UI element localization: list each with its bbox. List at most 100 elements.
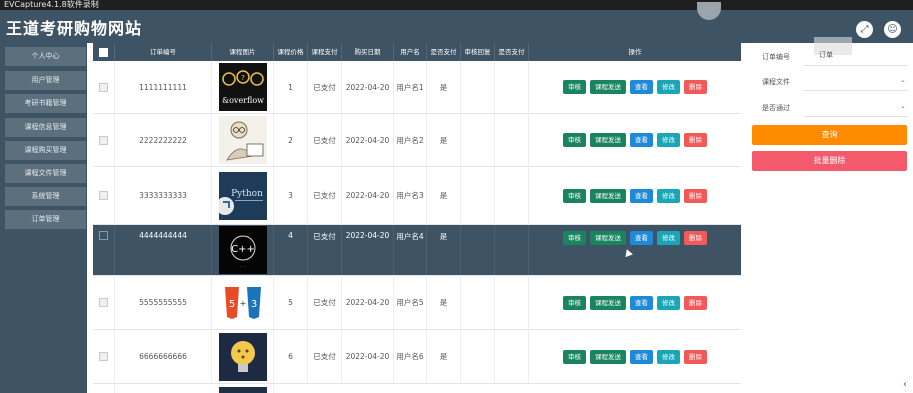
delete-button[interactable]: 删除 [684,80,707,94]
edit-button[interactable]: 修改 [657,231,680,245]
sidebar-item-users[interactable]: 用户管理 [5,71,86,90]
course-file-select[interactable] [803,72,907,88]
view-button[interactable]: 查看 [630,188,653,203]
price: 1 [274,61,308,113]
purchase-date: 2022-04-20 [342,167,394,224]
course-image [212,384,274,393]
view-button[interactable]: 查看 [630,295,653,310]
is-paid-2 [495,61,529,113]
edit-button[interactable]: 修改 [657,133,680,147]
is-paid: 是 [427,114,461,166]
row-checkbox[interactable] [93,225,115,275]
svg-text:?: ? [241,74,245,82]
purchase-date: 2022-04-20 [342,225,394,275]
header-order-no: 订单编号 [115,43,212,61]
row-checkbox[interactable] [93,276,115,329]
row-actions: 审核 课程发送 查看 修改 删除 [529,330,741,383]
html5-css3-image: 5 +3 [218,278,267,327]
delete-button[interactable]: 删除 [684,231,707,245]
row-checkbox[interactable] [93,114,115,166]
row-actions: 审核 课程发送 查看 修改 删除 [529,225,741,275]
review-button[interactable]: 审核 [563,133,586,147]
order-no-input[interactable] [803,47,907,63]
view-button[interactable]: 查看 [630,80,653,94]
order-no: 1111111111 [115,61,212,113]
sidebar-item-orders[interactable]: 订单管理 [5,210,86,229]
approved-select[interactable] [803,98,907,114]
chevron-down-icon: ⌄ [900,102,906,110]
send-course-button[interactable]: 课程发送 [590,349,626,364]
price: 5 [274,276,308,329]
view-button[interactable]: 查看 [630,231,653,245]
sidebar-item-books[interactable]: 考研书籍管理 [5,94,86,113]
is-paid-2 [495,114,529,166]
view-button[interactable]: 查看 [630,349,653,364]
chevron-down-icon: ⌄ [900,76,906,84]
payment-status: 已支付 [308,114,342,166]
delete-button[interactable]: 删除 [684,295,707,310]
review-button[interactable]: 审核 [563,349,586,364]
sidebar-item-purchases[interactable]: 课程购买管理 [5,141,86,160]
review-button[interactable]: 审核 [563,80,586,94]
order-no-underline [803,65,908,66]
review-reply [461,225,495,275]
row-actions: 审核 课程发送 查看 修改 删除 [529,114,741,166]
order-no-label: 订单编号 [762,53,790,61]
review-button[interactable]: 审核 [563,295,586,310]
edit-button[interactable]: 修改 [657,349,680,364]
row-actions: 审核 课程发送 查看 修改 删除 [529,167,741,224]
review-reply [461,114,495,166]
order-no: 4444444444 [115,225,212,275]
send-course-button[interactable]: 课程发送 [590,188,626,203]
price: 3 [274,167,308,224]
send-course-button[interactable]: 课程发送 [590,133,626,147]
course-image: ? &overflow [212,61,274,113]
row-checkbox[interactable] [93,384,115,393]
course-image [212,330,274,383]
row-checkbox[interactable] [93,330,115,383]
overlay-circle [697,2,721,20]
is-paid: 是 [427,276,461,329]
is-paid-2 [495,330,529,383]
review-button[interactable]: 审核 [563,188,586,203]
svg-text:+: + [239,299,246,308]
query-button[interactable]: 查询 [752,125,907,145]
username: 用户名3 [394,167,427,224]
is-paid-2 [495,167,529,224]
sidebar-item-courses[interactable]: 课程信息管理 [5,118,86,137]
delete-button[interactable]: 删除 [684,188,707,203]
course-image: 5 +3 [212,276,274,329]
lightbulb-image [218,332,267,381]
edit-button[interactable]: 修改 [657,188,680,203]
username: 用户名2 [394,114,427,166]
expand-icon[interactable]: ⤢ [856,21,873,38]
send-course-button[interactable]: 课程发送 [590,295,626,310]
edit-button[interactable]: 修改 [657,295,680,310]
sidebar-item-course-files[interactable]: 课程文件管理 [5,164,86,183]
user-icon[interactable]: ☺ [884,21,901,38]
edit-button[interactable]: 修改 [657,80,680,94]
row-checkbox[interactable] [93,167,115,224]
delete-button[interactable]: 删除 [684,349,707,364]
price: 4 [274,225,308,275]
send-course-button[interactable]: 课程发送 [590,231,626,245]
table-row: 1111111111 ? &overflow 1 已支付 2022-04-20 用… [93,61,741,114]
select-all-checkbox[interactable] [93,43,115,61]
batch-delete-button[interactable]: 批量删除 [752,151,907,171]
review-button[interactable]: 审核 [563,231,586,245]
send-course-button[interactable]: 课程发送 [590,80,626,94]
table-row: 3333333333 Python 3 已支付 2022-04-20 用户名3 … [93,167,741,225]
filter-panel: 订单编号 课程文件 ⌄ 是否通过 ⌄ 查询 批量删除 [741,37,913,393]
svg-text:3: 3 [250,299,256,310]
sidebar-item-system[interactable]: 系统管理 [5,187,86,206]
order-no: 5555555555 [115,276,212,329]
price: 2 [274,114,308,166]
table-row-selected: 4444444444 C++ · · · 4 已支付 2022-04-20 用户名… [93,225,741,276]
view-button[interactable]: 查看 [630,133,653,147]
row-checkbox[interactable] [93,61,115,113]
username: 用户名1 [394,61,427,113]
sidebar-item-personal-center[interactable]: 个人中心 [5,47,86,66]
review-reply [461,276,495,329]
delete-button[interactable]: 删除 [684,133,707,147]
chevron-left-icon[interactable]: ‹ [903,379,907,390]
